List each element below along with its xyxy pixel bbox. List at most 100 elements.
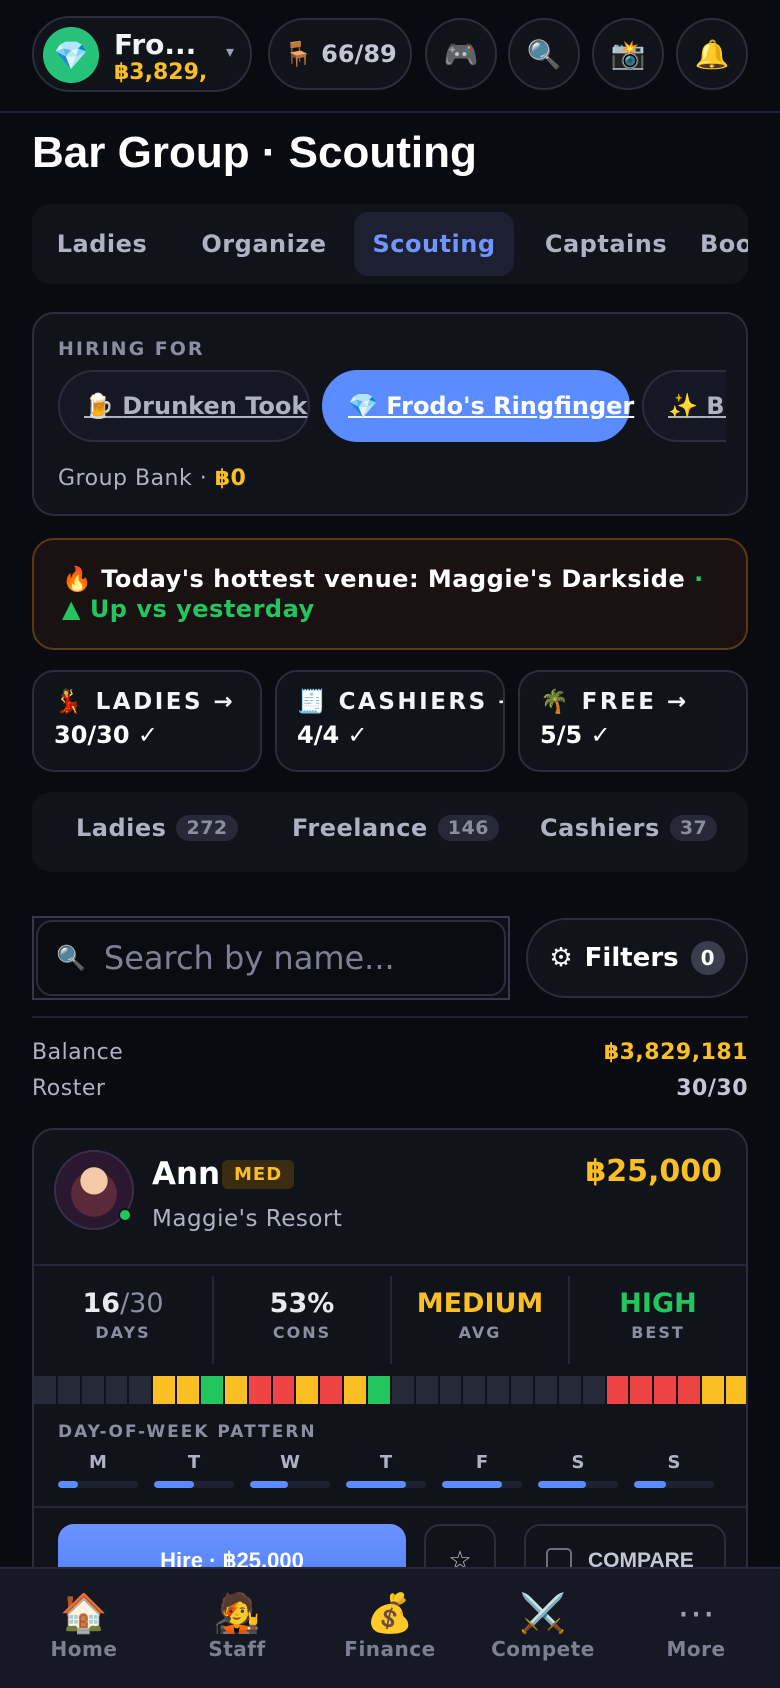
gem-icon: 💎 xyxy=(43,27,99,83)
nav-home[interactable]: 🏠 Home xyxy=(6,1569,162,1688)
notifications-button[interactable]: 🔔 xyxy=(676,18,748,90)
heatmap-cell xyxy=(511,1376,536,1404)
category-tab-freelance[interactable]: Freelance 146 xyxy=(292,814,499,842)
heatmap-cell xyxy=(463,1376,488,1404)
hiring-label: HIRING FOR xyxy=(58,338,205,360)
heatmap-cell xyxy=(535,1376,559,1404)
candidate-card[interactable]: Ann MED Maggie's Resort ฿25,000 16/30 DA… xyxy=(32,1128,748,1588)
heatmap-cell xyxy=(153,1376,178,1404)
nav-more[interactable]: ⋯ More xyxy=(618,1569,774,1688)
category-tab-ladies[interactable]: Ladies 272 xyxy=(76,814,238,842)
bell-icon: 🔔 xyxy=(694,37,730,71)
hiring-for-panel: HIRING FOR 🍺 Drunken Took 💎 Frodo's Ring… xyxy=(32,312,748,516)
page-title: Bar Group · Scouting xyxy=(32,128,477,177)
heatmap-cell xyxy=(224,1376,249,1404)
nav-compete[interactable]: ⚔️ Compete xyxy=(465,1569,621,1688)
venue-chip-frodos-ringfinger[interactable]: 💎 Frodo's Ringfinger xyxy=(322,370,634,442)
stat-avg: MEDIUM AVG xyxy=(390,1276,568,1364)
candidate-venue: Maggie's Resort xyxy=(152,1206,343,1232)
nav-label: Compete xyxy=(491,1637,595,1661)
venue-chip-label: Frodo's Ringfinger xyxy=(386,392,635,420)
chair-icon: 🪑 xyxy=(283,40,314,68)
heatmap-cell xyxy=(34,1376,58,1404)
tab-scouting[interactable]: Scouting xyxy=(354,212,514,276)
venue-chip-bi[interactable]: ✨ Bi xyxy=(642,370,726,442)
search-button[interactable]: 🔍 xyxy=(508,18,580,90)
balance-label: Balance xyxy=(32,1040,124,1065)
dow-bar-fill xyxy=(442,1481,502,1488)
filters-button[interactable]: ⚙ Filters 0 xyxy=(526,918,748,998)
candidate-price: ฿25,000 xyxy=(585,1154,722,1189)
tab-boo[interactable]: Boo xyxy=(700,212,748,276)
dow-column: F xyxy=(442,1452,522,1488)
summary-free[interactable]: 🌴 FREE → 5/5 ✓ xyxy=(518,670,748,772)
stat-days-value: 16 xyxy=(82,1288,121,1319)
attendance-heatmap xyxy=(34,1376,746,1404)
camera-button[interactable]: 📸 xyxy=(592,18,664,90)
dow-day-label: T xyxy=(187,1452,201,1473)
heatmap-cell xyxy=(320,1376,345,1404)
search-field-wrapper: 🔍 xyxy=(36,920,506,996)
nav-finance[interactable]: 💰 Finance xyxy=(312,1569,468,1688)
dow-bar xyxy=(538,1481,618,1488)
roster-label: Roster xyxy=(32,1076,106,1101)
summary-ladies[interactable]: 💃 LADIES → 30/30 ✓ xyxy=(32,670,262,772)
dow-day-label: T xyxy=(379,1452,393,1473)
heatmap-cell xyxy=(582,1376,607,1404)
category-count: 146 xyxy=(437,815,499,841)
heatmap-cell xyxy=(344,1376,369,1404)
stat-label: BEST xyxy=(631,1323,685,1342)
hottest-venue-banner: 🔥 Today's hottest venue: Maggie's Darksi… xyxy=(32,538,748,650)
heatmap-cell xyxy=(391,1376,416,1404)
category-label: Ladies xyxy=(76,814,167,842)
stat-label: DAYS xyxy=(95,1323,151,1342)
roster-value: 30/30 xyxy=(676,1076,748,1101)
stat-cons-value: 53% xyxy=(269,1288,335,1319)
dow-column: T xyxy=(154,1452,234,1488)
tab-organize[interactable]: Organize xyxy=(178,212,350,276)
game-button[interactable]: 🎮 xyxy=(425,18,497,90)
dow-bar xyxy=(154,1481,234,1488)
account-switcher[interactable]: 💎 Fro... ฿3,829, ▾ xyxy=(32,16,252,92)
dow-pattern-label: DAY-OF-WEEK PATTERN xyxy=(58,1422,317,1442)
summary-ladies-value: 30/30 ✓ xyxy=(54,721,159,749)
heatmap-cell xyxy=(57,1376,82,1404)
dow-column: T xyxy=(346,1452,426,1488)
heatmap-cell xyxy=(415,1376,440,1404)
dow-bar xyxy=(250,1481,330,1488)
nav-staff[interactable]: 🧑‍🎤 Staff xyxy=(159,1569,315,1688)
summary-cashiers-value: 4/4 ✓ xyxy=(297,721,368,749)
dow-bar-fill xyxy=(538,1481,586,1488)
divider xyxy=(34,1264,746,1266)
dow-column: W xyxy=(250,1452,330,1488)
dow-day-label: S xyxy=(667,1452,681,1473)
heatmap-cell xyxy=(201,1376,225,1404)
stat-label: AVG xyxy=(458,1323,502,1342)
tab-captains[interactable]: Captains xyxy=(526,212,686,276)
heatmap-cell xyxy=(177,1376,202,1404)
search-input[interactable] xyxy=(103,939,484,977)
beer-icon: 🍺 xyxy=(84,392,114,420)
heatmap-cell xyxy=(439,1376,464,1404)
search-icon: 🔍 xyxy=(526,37,562,71)
seats-counter[interactable]: 🪑 66/89 xyxy=(268,18,412,90)
category-tab-cashiers[interactable]: Cashiers 37 xyxy=(540,814,718,842)
category-count: 272 xyxy=(176,815,238,841)
venue-chips: 🍺 Drunken Took 💎 Frodo's Ringfinger ✨ Bi xyxy=(58,370,726,444)
summary-cashiers[interactable]: 🧾 CASHIERS → 4/4 ✓ xyxy=(275,670,505,772)
online-status-dot xyxy=(118,1208,132,1222)
search-icon: 🔍 xyxy=(56,944,86,972)
dow-column: S xyxy=(538,1452,618,1488)
nav-label: Home xyxy=(50,1637,118,1661)
tab-ladies[interactable]: Ladies xyxy=(40,212,164,276)
dow-day-label: F xyxy=(475,1452,489,1473)
divider xyxy=(32,1016,748,1018)
heatmap-cell xyxy=(654,1376,679,1404)
dow-column: S xyxy=(634,1452,714,1488)
dow-bar-fill xyxy=(346,1481,406,1488)
venue-chip-label: Bi xyxy=(706,392,726,420)
heatmap-cell xyxy=(129,1376,154,1404)
summary-free-value: 5/5 ✓ xyxy=(540,721,611,749)
venue-chip-drunken-took[interactable]: 🍺 Drunken Took xyxy=(58,370,310,442)
stat-cons: 53% CONS xyxy=(212,1276,390,1364)
